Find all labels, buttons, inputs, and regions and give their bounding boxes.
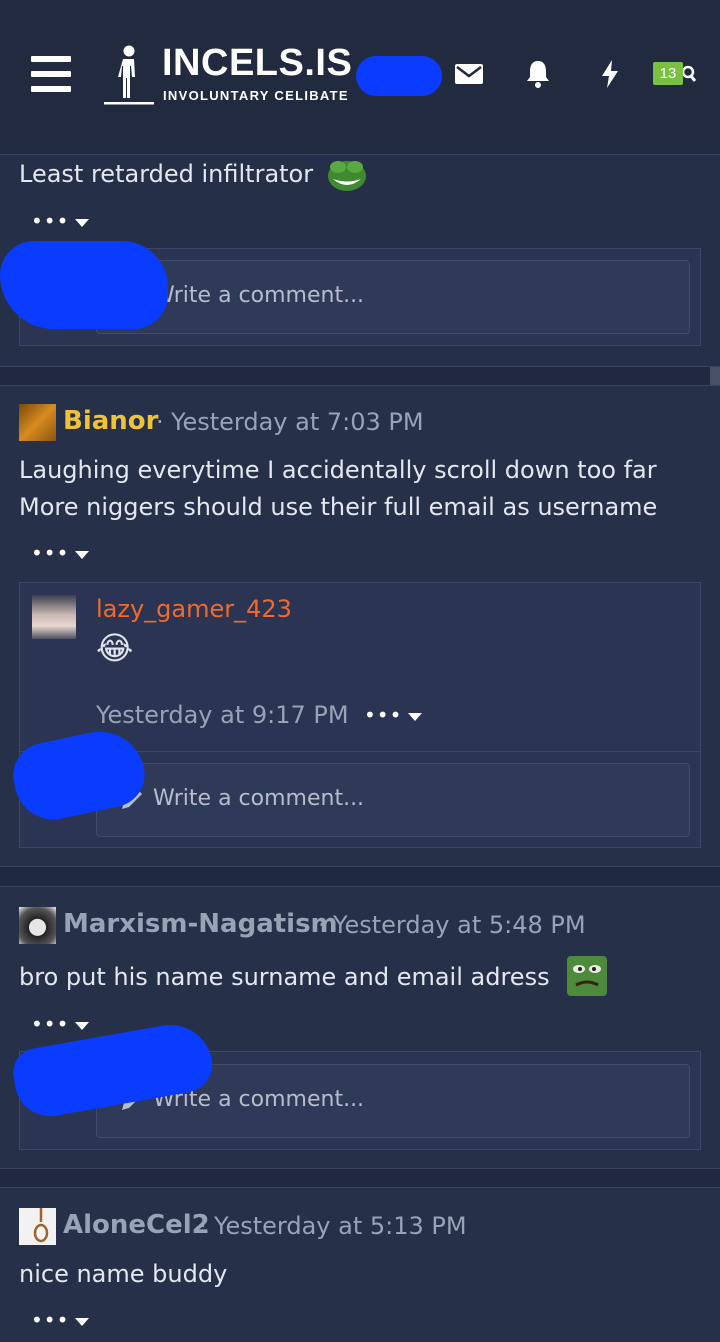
site-logo-subtitle: INVOLUNTARY CELIBATE <box>163 88 349 103</box>
avatar[interactable] <box>19 907 56 944</box>
post-more-menu[interactable]: ••• <box>31 1012 90 1036</box>
bell-icon[interactable] <box>526 60 550 88</box>
chevron-down-icon <box>75 1317 90 1326</box>
comment-placeholder: Write a comment... <box>153 786 365 811</box>
menu-icon[interactable] <box>31 56 71 92</box>
post-username[interactable]: Marxism-Nagatism <box>63 909 338 939</box>
post-text: bro put his name surname and email adres… <box>19 963 550 991</box>
redaction-mark <box>356 56 442 96</box>
avatar[interactable] <box>32 595 76 639</box>
post-timestamp[interactable]: Yesterday at 5:13 PM <box>214 1212 467 1240</box>
post-timestamp[interactable]: Yesterday at 7:03 PM <box>171 408 424 436</box>
crying-laughing-emoji: 😂 <box>96 629 134 667</box>
post-more-menu[interactable]: ••• <box>31 209 90 233</box>
site-logo-title[interactable]: INCELS.IS <box>162 42 352 85</box>
logo-figure-icon <box>104 45 154 105</box>
comment-area: lazy_gamer_423 😂 Yesterday at 9:17 PM ••… <box>19 582 701 848</box>
chevron-down-icon <box>75 1021 90 1030</box>
comment-placeholder: Write a comment... <box>153 283 365 308</box>
post-text: nice name buddy <box>19 1260 228 1288</box>
post-top: Least retarded infiltrator ••• Write a c… <box>0 155 720 367</box>
post-username[interactable]: AloneCel2 <box>63 1210 210 1240</box>
lightning-icon[interactable] <box>601 60 619 88</box>
post-more-menu[interactable]: ••• <box>31 1308 90 1332</box>
comment-input[interactable]: Write a comment... <box>96 763 690 837</box>
post-more-menu[interactable]: ••• <box>31 541 90 565</box>
pepe-face-emoji-icon <box>567 956 607 996</box>
post-timestamp[interactable]: Yesterday at 5:48 PM <box>333 911 586 939</box>
post-alonecel2: AloneCel2 · Yesterday at 5:13 PM nice na… <box>0 1187 720 1342</box>
post-separator: · <box>318 911 326 939</box>
reply-timestamp[interactable]: Yesterday at 9:17 PM <box>96 701 349 729</box>
redaction-mark <box>0 241 168 329</box>
notification-count-badge[interactable]: 13 <box>653 62 683 85</box>
chevron-down-icon <box>75 218 90 227</box>
avatar[interactable] <box>19 404 56 441</box>
reply-more-menu[interactable]: ••• <box>364 703 423 727</box>
post-separator: · <box>199 1212 207 1240</box>
chevron-down-icon <box>75 550 90 559</box>
post-separator: · <box>156 408 164 436</box>
post-text: Least retarded infiltrator <box>19 160 314 188</box>
comment-input[interactable]: Write a comment... <box>96 260 690 334</box>
post-text-line: Laughing everytime I accidentally scroll… <box>19 456 657 484</box>
post-marxism-nagatism: Marxism-Nagatism · Yesterday at 5:48 PM … <box>0 886 720 1169</box>
post-bianor: Bianor · Yesterday at 7:03 PM Laughing e… <box>0 385 720 867</box>
post-username[interactable]: Bianor <box>63 406 158 436</box>
site-header: INCELS.IS INVOLUNTARY CELIBATE 13 <box>0 0 720 155</box>
search-icon[interactable] <box>683 64 697 84</box>
pepe-laugh-emoji-icon <box>328 161 366 191</box>
envelope-icon[interactable] <box>455 64 483 84</box>
reply-username[interactable]: lazy_gamer_423 <box>96 595 292 623</box>
post-text-line: More niggers should use their full email… <box>19 493 658 521</box>
chevron-down-icon <box>408 712 423 721</box>
noose-avatar-icon[interactable] <box>19 1208 56 1245</box>
